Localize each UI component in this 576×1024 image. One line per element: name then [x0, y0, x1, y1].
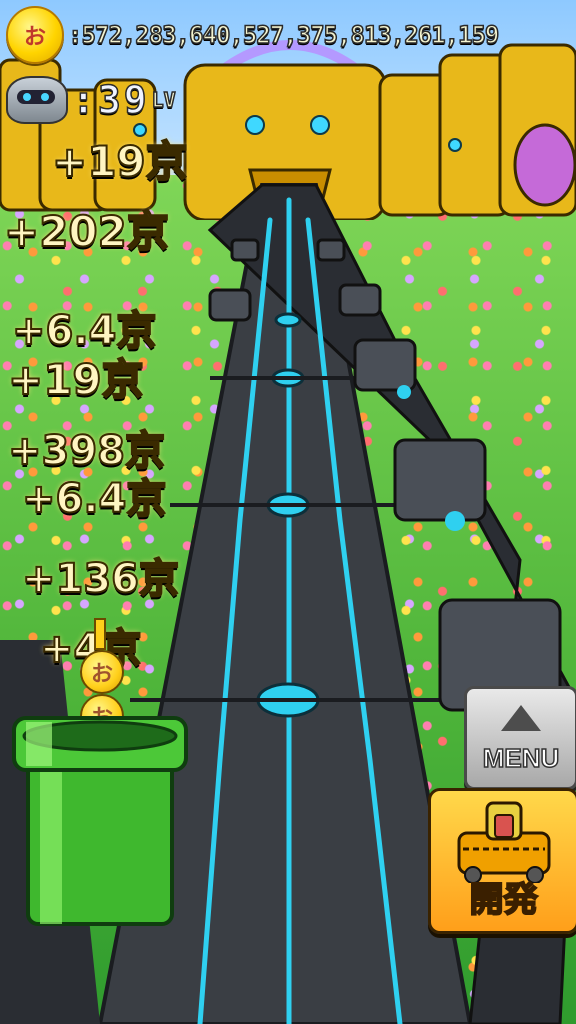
- income-popup: +19京: [51, 136, 189, 187]
- develop-button-label: 開発: [469, 879, 539, 921]
- level-unit: LV: [151, 87, 177, 113]
- arrow-up-icon: [501, 705, 541, 731]
- robot-head-icon: [6, 76, 68, 124]
- green-pipe[interactable]: [10, 714, 190, 929]
- menu-button[interactable]: MENU: [464, 686, 576, 790]
- money-value: :572,283,640,527,375,813,261,159: [67, 20, 500, 50]
- money-counter: お :572,283,640,527,375,813,261,159: [6, 6, 500, 64]
- level-value: :39: [71, 77, 150, 123]
- income-popup: +6.4京: [21, 475, 167, 523]
- income-popup: +19京: [7, 354, 145, 405]
- income-popup: +136京: [21, 555, 180, 603]
- gold-coin-icon: お: [6, 6, 64, 64]
- develop-button[interactable]: 開発: [428, 788, 576, 934]
- game-scene: お :572,283,640,527,375,813,261,159 :39 L…: [0, 0, 576, 1024]
- level-counter: :39 LV: [6, 76, 176, 124]
- menu-button-label: MENU: [482, 742, 560, 774]
- robot-vehicle-icon: [457, 801, 551, 883]
- income-popup: +202京: [3, 206, 170, 257]
- coin-icon: お: [80, 650, 124, 694]
- coin-edge: [94, 618, 106, 650]
